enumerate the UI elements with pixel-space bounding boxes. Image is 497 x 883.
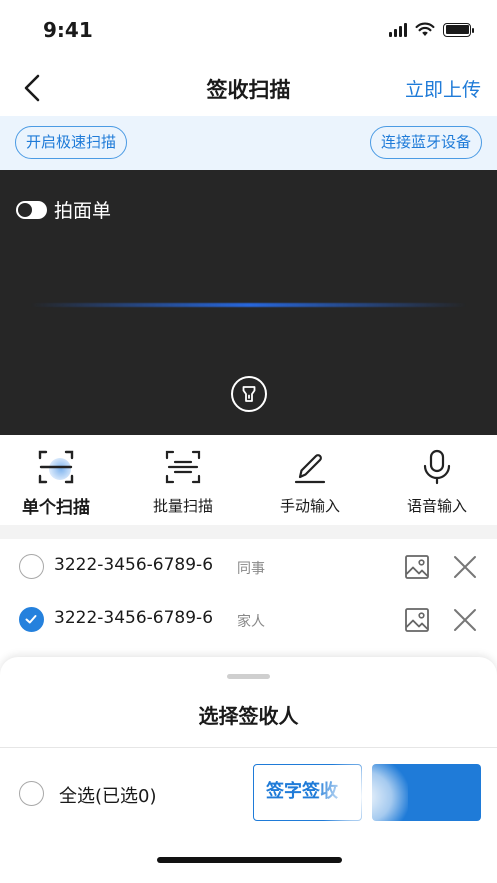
check-icon	[25, 615, 37, 624]
flashlight-icon	[242, 386, 256, 402]
toggle-switch[interactable]	[16, 200, 47, 219]
mode-label: 单个扫描	[22, 498, 90, 518]
waybill-number: 3222-3456-6789-6	[54, 608, 214, 628]
waybill-number: 3222-3456-6789-6	[54, 555, 214, 575]
signature-sign-button[interactable]: 签字签收	[253, 764, 362, 821]
select-all-checkbox[interactable]	[19, 781, 44, 806]
recipient-tag: 家人	[237, 614, 265, 630]
mode-label: 批量扫描	[152, 497, 213, 515]
microphone-icon	[423, 449, 451, 485]
batch-scan-icon	[165, 450, 201, 484]
battery-icon	[443, 22, 474, 37]
tool-strip: 开启极速扫描 连接蓝牙设备	[0, 116, 497, 170]
scan-mode-bar: 单个扫描 批量扫描 手动输入 语音输入	[0, 435, 497, 525]
speed-scan-button[interactable]: 开启极速扫描	[15, 126, 128, 159]
list-item: 3222-3456-6789-6 家人	[0, 594, 497, 646]
wifi-icon	[415, 22, 435, 36]
image-icon[interactable]	[404, 554, 430, 580]
image-icon[interactable]	[404, 607, 430, 633]
status-bar: 9:41	[0, 0, 497, 60]
divider	[0, 747, 497, 748]
close-icon[interactable]	[453, 608, 477, 632]
close-icon[interactable]	[453, 555, 477, 579]
sheet-drag-handle[interactable]	[227, 674, 270, 679]
status-icons	[389, 22, 474, 37]
select-recipient-sheet: 选择签收人 全选(已选0) 签字签收	[0, 657, 497, 883]
pen-icon	[294, 454, 326, 484]
item-checkbox[interactable]	[19, 607, 44, 632]
signal-icon	[389, 22, 407, 37]
select-all-label: 全选(已选0)	[59, 786, 157, 807]
mode-batch-scan[interactable]: 批量扫描	[128, 447, 238, 516]
list-item: 3222-3456-6789-6 同事	[0, 541, 497, 593]
scan-line	[30, 303, 467, 307]
home-indicator[interactable]	[157, 857, 342, 863]
single-scan-icon	[38, 450, 74, 484]
connect-bluetooth-button[interactable]: 连接蓝牙设备	[369, 126, 482, 159]
mode-label: 手动输入	[279, 497, 340, 515]
confirm-sign-button[interactable]	[372, 764, 481, 821]
photo-waybill-label: 拍面单	[54, 200, 112, 222]
sheet-title: 选择签收人	[198, 704, 299, 728]
mode-label: 语音输入	[406, 497, 467, 515]
item-checkbox[interactable]	[19, 554, 44, 579]
mode-single-scan[interactable]: 单个扫描	[1, 447, 111, 518]
upload-now-button[interactable]: 立即上传	[405, 75, 481, 102]
mode-manual-input[interactable]: 手动输入	[255, 447, 365, 516]
mode-voice-input[interactable]: 语音输入	[382, 447, 492, 516]
nav-bar: 签收扫描 立即上传	[0, 60, 497, 116]
section-separator	[0, 525, 497, 539]
camera-preview: 拍面单	[0, 170, 497, 435]
flashlight-button[interactable]	[231, 376, 267, 412]
status-time: 9:41	[43, 18, 93, 42]
photo-waybill-toggle[interactable]: 拍面单	[16, 196, 111, 223]
recipient-tag: 同事	[237, 561, 265, 577]
